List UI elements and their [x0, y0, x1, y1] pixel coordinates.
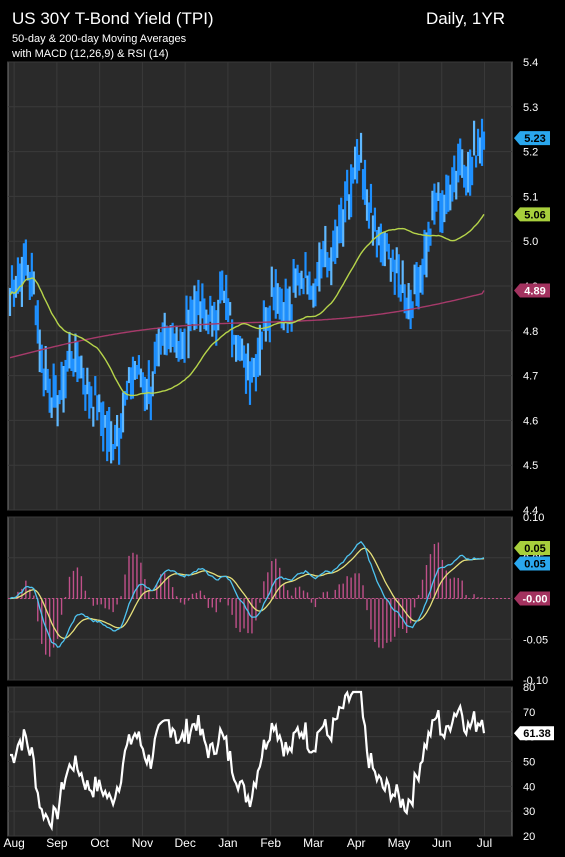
- flag-signal-value: 0.05: [524, 543, 545, 555]
- y-tick-label: 5.2: [523, 147, 538, 159]
- month-label: Mar: [303, 836, 324, 850]
- chart-subtitle-1: 50-day & 200-day Moving Averages: [12, 33, 187, 45]
- y-tick-label: 4.8: [523, 326, 538, 338]
- y-tick-label: 5.1: [523, 191, 538, 203]
- y-tick-label: 70: [523, 707, 535, 719]
- flag-ma200: 4.89: [514, 283, 550, 298]
- month-label: May: [388, 836, 411, 850]
- chart-layer: Aug Sep Oct Nov Dec Jan Feb Mar Apr May Jun Jul4.44…: [3, 57, 554, 850]
- month-label: Jan: [218, 836, 237, 850]
- chart-svg: US 30Y T-Bond Yield (TPI) Daily, 1YR 50-…: [3, 9, 554, 850]
- y-tick-label: 5.0: [523, 236, 538, 248]
- flag-price: 5.23: [514, 131, 550, 146]
- flag-ma50-value: 5.06: [524, 209, 545, 221]
- chart-title: US 30Y T-Bond Yield (TPI): [12, 9, 214, 28]
- chart-stage: US 30Y T-Bond Yield (TPI) Daily, 1YR 50-…: [0, 0, 565, 857]
- month-label: Oct: [90, 836, 109, 850]
- y-tick-label: 50: [523, 757, 535, 769]
- flag-price-value: 5.23: [524, 133, 545, 145]
- y-tick-label: 30: [523, 806, 535, 818]
- y-tick-label: 40: [523, 781, 535, 793]
- month-label: Feb: [260, 836, 281, 850]
- flag-macd-value: 0.05: [524, 558, 545, 570]
- flag-rsi: 61.38: [514, 726, 554, 741]
- flag-macd: 0.05: [514, 556, 550, 571]
- y-tick-label: -0.05: [523, 634, 548, 646]
- month-label: Jul: [477, 836, 492, 850]
- y-tick-label: 20: [523, 831, 535, 843]
- month-label: Nov: [132, 836, 153, 850]
- y-tick-label: 80: [523, 682, 535, 694]
- flag-ma200-value: 4.89: [524, 285, 545, 297]
- month-label: Jun: [432, 836, 451, 850]
- month-label: Aug: [3, 836, 24, 850]
- y-tick-label: 0.10: [523, 512, 544, 524]
- month-label: Dec: [175, 836, 196, 850]
- flag-ma50: 5.06: [514, 207, 550, 222]
- y-tick-label: 5.3: [523, 102, 538, 114]
- flag-rsi-value: 61.38: [523, 728, 551, 740]
- y-tick-label: 4.7: [523, 371, 538, 383]
- y-tick-label: 4.6: [523, 415, 538, 427]
- y-tick-label: 4.5: [523, 460, 538, 472]
- month-label: Sep: [46, 836, 68, 850]
- flag-histogram: -0.00: [514, 591, 550, 606]
- y-tick-label: 5.4: [523, 57, 538, 69]
- month-label: Apr: [347, 836, 366, 850]
- flag-signal: 0.05: [514, 540, 550, 555]
- chart-period: Daily, 1YR: [426, 9, 505, 28]
- chart-subtitle-2: with MACD (12,26,9) & RSI (14): [11, 48, 169, 60]
- flag-histogram-value: -0.00: [522, 594, 547, 606]
